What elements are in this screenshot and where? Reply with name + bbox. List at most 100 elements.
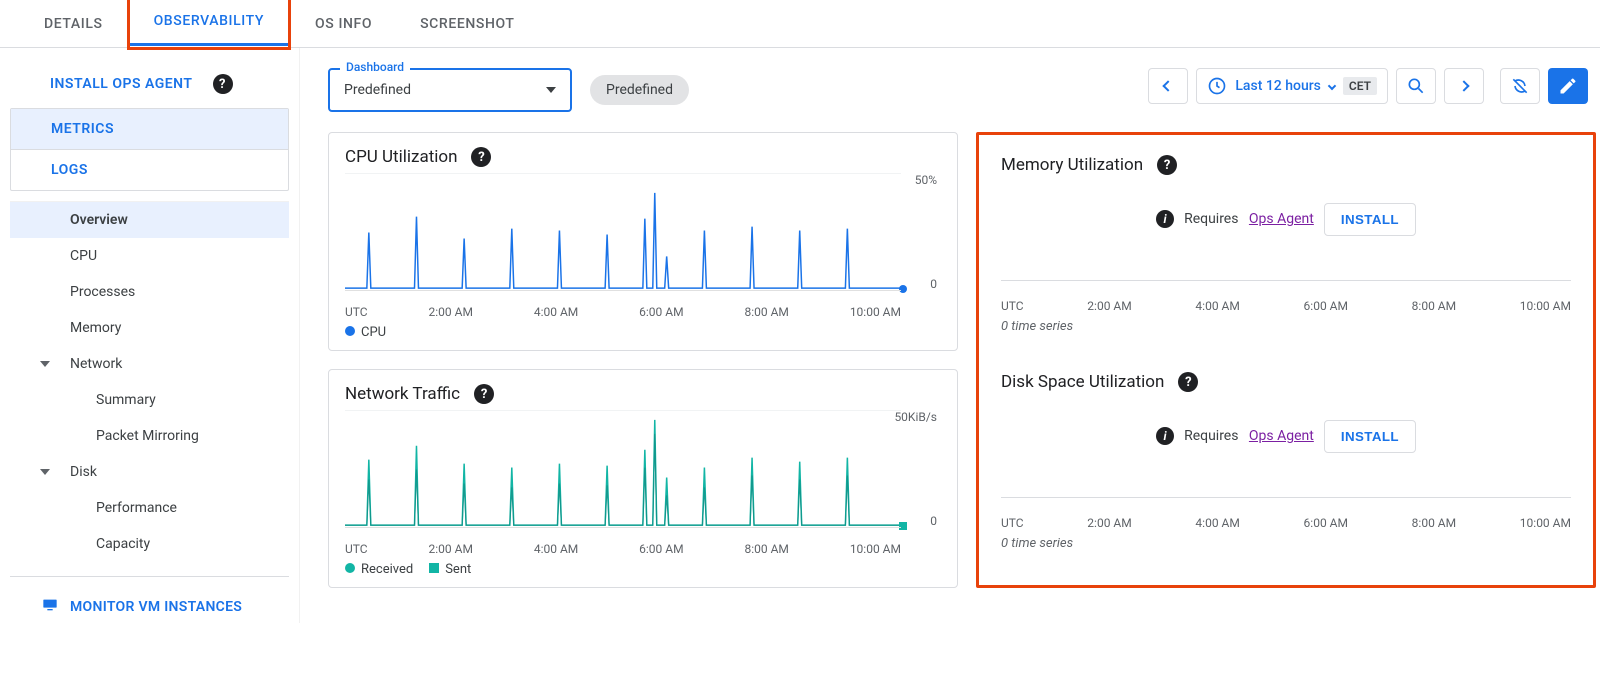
x-tick: 8:00 AM [1412, 516, 1456, 530]
tree-packet-mirroring[interactable]: Packet Mirroring [10, 418, 289, 454]
tree-capacity[interactable]: Capacity [10, 526, 289, 562]
tree-disk[interactable]: Disk [10, 454, 289, 490]
time-prev-button[interactable] [1148, 68, 1188, 104]
tree-network[interactable]: Network [10, 346, 289, 382]
main-content: Dashboard Predefined Predefined Last 12 … [300, 48, 1600, 623]
tree-overview[interactable]: Overview [10, 202, 289, 238]
monitor-vm-instances-link[interactable]: MONITOR VM INSTANCES [0, 591, 299, 623]
card-cpu-utilization: CPU Utilization ? 50% 0 UTC [328, 132, 958, 351]
series-end-dot [899, 285, 907, 293]
legend-label: Sent [445, 562, 471, 577]
requires-text: Requires [1184, 211, 1238, 227]
ops-agent-link[interactable]: Ops Agent [1249, 428, 1314, 444]
tab-observability-highlight: OBSERVABILITY [127, 0, 291, 50]
install-ops-agent-label: INSTALL OPS AGENT [50, 76, 193, 92]
install-button[interactable]: INSTALL [1324, 420, 1416, 453]
requires-ops-agent-row: i Requires Ops Agent INSTALL [1001, 392, 1571, 480]
time-range-label: Last 12 hours [1235, 78, 1321, 94]
network-spike-svg [345, 410, 901, 527]
legend-swatch [429, 563, 439, 573]
monitor-vm-label: MONITOR VM INSTANCES [70, 599, 242, 615]
sidebar-tree: Overview CPU Processes Memory Network Su… [10, 201, 289, 562]
x-tick: 4:00 AM [534, 542, 578, 556]
dashboard-select-value: Predefined [344, 82, 411, 98]
dashboard-select-label: Dashboard [340, 60, 410, 74]
tree-performance[interactable]: Performance [10, 490, 289, 526]
x-tick: UTC [345, 542, 368, 556]
search-icon [1406, 76, 1426, 96]
autorefresh-off-icon [1510, 76, 1530, 96]
x-tick: 10:00 AM [1520, 516, 1571, 530]
tree-processes[interactable]: Processes [10, 274, 289, 310]
x-tick: 2:00 AM [429, 542, 473, 556]
card-title: Disk Space Utilization [1001, 372, 1164, 392]
tab-bar: DETAILS OBSERVABILITY OS INFO SCREENSHOT [0, 0, 1600, 48]
ops-agent-link[interactable]: Ops Agent [1249, 211, 1314, 227]
chevron-right-icon [1458, 80, 1469, 91]
tree-network-label: Network [70, 356, 122, 372]
requires-text: Requires [1184, 428, 1238, 444]
card-title: Network Traffic [345, 384, 460, 404]
x-tick: 4:00 AM [1195, 516, 1239, 530]
x-tick: 2:00 AM [1087, 516, 1131, 530]
x-tick: 6:00 AM [1304, 299, 1348, 313]
install-button[interactable]: INSTALL [1324, 203, 1416, 236]
legend: CPU [345, 325, 941, 340]
card-title: CPU Utilization [345, 147, 457, 167]
tab-observability[interactable]: OBSERVABILITY [130, 0, 288, 46]
x-tick: 8:00 AM [744, 305, 788, 319]
x-tick: 6:00 AM [639, 542, 683, 556]
predefined-chip[interactable]: Predefined [590, 75, 689, 105]
edit-button[interactable] [1548, 68, 1588, 104]
chevron-down-icon [40, 361, 50, 367]
clock-icon [1207, 76, 1227, 96]
tab-screenshot[interactable]: SCREENSHOT [396, 0, 538, 48]
cpu-spike-svg [345, 173, 901, 290]
monitor-icon [40, 597, 60, 617]
sidebar-item-metrics[interactable]: METRICS [11, 109, 288, 150]
y-axis-bottom: 0 [930, 277, 937, 291]
help-icon[interactable]: ? [1157, 155, 1177, 175]
help-icon[interactable]: ? [1178, 372, 1198, 392]
x-axis: UTC 2:00 AM 4:00 AM 6:00 AM 8:00 AM 10:0… [345, 542, 941, 556]
x-tick: 8:00 AM [1412, 299, 1456, 313]
network-chart[interactable]: 50KiB/s 0 [345, 410, 941, 540]
help-icon[interactable]: ? [471, 147, 491, 167]
time-range-picker[interactable]: Last 12 hours CET [1196, 68, 1388, 104]
card-memory-utilization: Memory Utilization ? i Requires Ops Agen… [985, 141, 1587, 344]
x-tick: 2:00 AM [429, 305, 473, 319]
legend-swatch [345, 326, 355, 336]
x-tick: 4:00 AM [1195, 299, 1239, 313]
tree-summary[interactable]: Summary [10, 382, 289, 418]
x-tick: 4:00 AM [534, 305, 578, 319]
help-icon[interactable]: ? [213, 74, 233, 94]
x-tick: 10:00 AM [850, 305, 901, 319]
x-tick: 6:00 AM [639, 305, 683, 319]
divider [10, 576, 289, 577]
search-button[interactable] [1396, 68, 1436, 104]
series-end-marker [899, 522, 907, 530]
x-tick: 8:00 AM [744, 542, 788, 556]
autorefresh-off-button[interactable] [1500, 68, 1540, 104]
tree-disk-label: Disk [70, 464, 97, 480]
tab-os-info[interactable]: OS INFO [291, 0, 396, 48]
chevron-down-icon [1328, 82, 1336, 90]
legend-swatch [345, 563, 355, 573]
sidebar-item-logs[interactable]: LOGS [11, 150, 288, 190]
x-tick: 2:00 AM [1087, 299, 1131, 313]
install-ops-agent-link[interactable]: INSTALL OPS AGENT ? [0, 68, 299, 100]
dashboard-select[interactable]: Dashboard Predefined [328, 68, 572, 112]
x-tick: 10:00 AM [1520, 299, 1571, 313]
tab-details[interactable]: DETAILS [20, 0, 127, 48]
card-title: Memory Utilization [1001, 155, 1143, 175]
legend: Received Sent [345, 562, 941, 577]
time-next-button[interactable] [1444, 68, 1484, 104]
cpu-chart[interactable]: 50% 0 [345, 173, 941, 303]
x-tick: 10:00 AM [850, 542, 901, 556]
tree-memory[interactable]: Memory [10, 310, 289, 346]
help-icon[interactable]: ? [474, 384, 494, 404]
tree-cpu[interactable]: CPU [10, 238, 289, 274]
chevron-left-icon [1163, 80, 1174, 91]
pencil-icon [1558, 76, 1578, 96]
timezone-badge: CET [1343, 77, 1377, 95]
